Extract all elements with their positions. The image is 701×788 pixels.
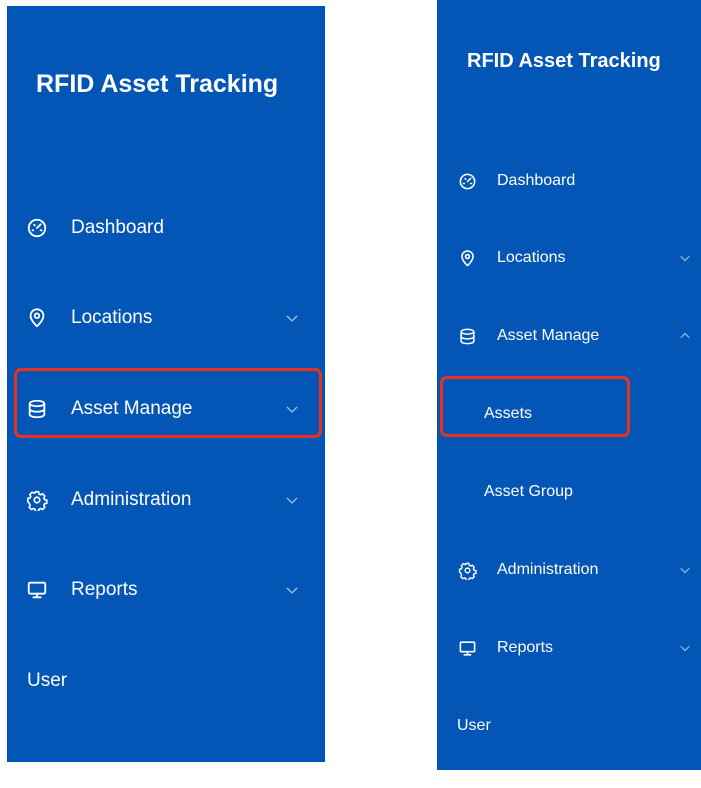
database-icon	[25, 397, 49, 421]
gear-icon	[457, 560, 477, 580]
sidebar-expanded: RFID Asset Tracking Dashboard Locations …	[437, 0, 701, 770]
chevron-down-icon[interactable]	[285, 583, 299, 597]
sidebar-item-label: User	[457, 717, 491, 734]
sidebar-subitem-label: Asset Group	[484, 483, 573, 500]
sidebar-item-user[interactable]: User	[7, 661, 325, 701]
sidebar-item-label: Administration	[71, 489, 192, 510]
dashboard-gauge-icon	[457, 171, 477, 191]
chevron-down-icon[interactable]	[679, 252, 691, 264]
chevron-down-icon[interactable]	[679, 564, 691, 576]
location-pin-icon	[457, 248, 477, 268]
sidebar-item-label: Reports	[497, 639, 554, 656]
database-icon	[457, 326, 477, 346]
sidebar-item-administration[interactable]: Administration	[7, 480, 325, 520]
chevron-down-icon[interactable]	[285, 402, 299, 416]
sidebar-item-label: User	[27, 670, 68, 691]
sidebar-item-reports[interactable]: Reports	[437, 631, 701, 665]
chevron-up-icon[interactable]	[679, 330, 691, 342]
sidebar-item-label: Asset Manage	[497, 327, 600, 344]
sidebar-item-user[interactable]: User	[437, 709, 701, 743]
sidebar-item-label: Administration	[497, 561, 599, 578]
dashboard-gauge-icon	[25, 216, 49, 240]
sidebar-item-locations[interactable]: Locations	[437, 241, 701, 275]
sidebar-item-label: Dashboard	[497, 172, 576, 189]
sidebar-item-dashboard[interactable]: Dashboard	[437, 164, 701, 198]
location-pin-icon	[25, 306, 49, 330]
sidebar-item-reports[interactable]: Reports	[7, 570, 325, 610]
sidebar-item-label: Reports	[71, 579, 138, 600]
sidebar-item-administration[interactable]: Administration	[437, 553, 701, 587]
sidebar-item-locations[interactable]: Locations	[7, 298, 325, 338]
sidebar-subitem-label: Assets	[484, 405, 533, 422]
sidebar-collapsed: RFID Asset Tracking Dashboard Locations …	[7, 6, 325, 762]
app-title: RFID Asset Tracking	[36, 70, 279, 98]
sidebar-item-label: Dashboard	[71, 217, 164, 238]
sidebar-item-dashboard[interactable]: Dashboard	[7, 208, 325, 248]
sidebar-item-label: Asset Manage	[71, 398, 193, 419]
sidebar-item-label: Locations	[497, 249, 566, 266]
monitor-icon	[457, 638, 477, 658]
sidebar-subitem-assets[interactable]: Assets	[437, 397, 701, 431]
sidebar-subitem-asset-group[interactable]: Asset Group	[437, 475, 701, 509]
chevron-down-icon[interactable]	[285, 493, 299, 507]
sidebar-item-asset-manage[interactable]: Asset Manage	[437, 319, 701, 353]
gear-icon	[25, 488, 49, 512]
chevron-down-icon[interactable]	[285, 311, 299, 325]
sidebar-item-label: Locations	[71, 307, 153, 328]
monitor-icon	[25, 578, 49, 602]
sidebar-item-asset-manage[interactable]: Asset Manage	[7, 389, 325, 429]
app-title: RFID Asset Tracking	[467, 50, 661, 72]
chevron-down-icon[interactable]	[679, 642, 691, 654]
